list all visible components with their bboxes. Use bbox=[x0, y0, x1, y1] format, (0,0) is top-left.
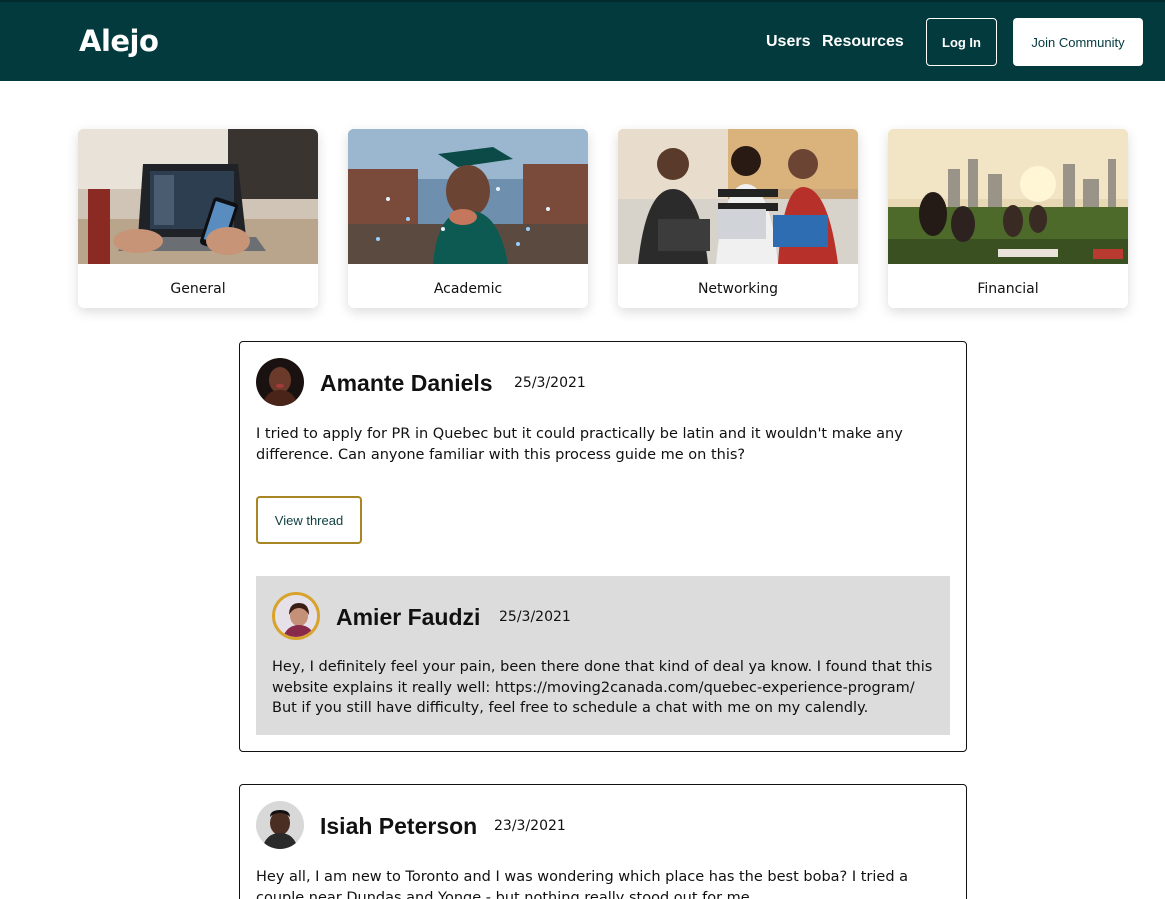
post-body: I tried to apply for PR in Quebec but it… bbox=[256, 426, 903, 463]
post-card: Amante Daniels 25/3/2021 I tried to appl… bbox=[239, 341, 967, 752]
friends-laptops-photo bbox=[618, 129, 858, 264]
avatar[interactable] bbox=[256, 801, 304, 849]
avatar[interactable] bbox=[272, 592, 320, 640]
top-navbar: Alejo Users Resources Log In Join Commun… bbox=[0, 0, 1165, 81]
laptop-phone-photo bbox=[78, 129, 318, 264]
post-date: 23/3/2021 bbox=[494, 818, 566, 834]
city-park-sunset-photo bbox=[888, 129, 1128, 264]
category-card-financial[interactable]: Financial bbox=[888, 129, 1128, 308]
view-thread-button[interactable]: View thread bbox=[256, 496, 362, 544]
category-label: Networking bbox=[697, 281, 779, 297]
post-author[interactable]: Amante Daniels bbox=[320, 370, 493, 397]
reply-date: 25/3/2021 bbox=[499, 609, 571, 625]
post-body: Hey all, I am new to Toronto and I was w… bbox=[256, 869, 909, 899]
nav-link-resources[interactable]: Resources bbox=[822, 33, 904, 51]
site-logo[interactable]: Alejo bbox=[79, 24, 159, 58]
join-community-button[interactable]: Join Community bbox=[1013, 18, 1143, 66]
category-label: Financial bbox=[977, 281, 1039, 297]
graduate-confetti-photo bbox=[348, 129, 588, 264]
post-card: Isiah Peterson 23/3/2021 Hey all, I am n… bbox=[239, 784, 967, 899]
category-label: General bbox=[170, 281, 226, 297]
avatar[interactable] bbox=[256, 358, 304, 406]
category-card-general[interactable]: General bbox=[78, 129, 318, 308]
reply-body: Hey, I definitely feel your pain, been t… bbox=[272, 659, 933, 716]
category-card-networking[interactable]: Networking bbox=[618, 129, 858, 308]
nav-link-users[interactable]: Users bbox=[766, 33, 810, 51]
post-author[interactable]: Isiah Peterson bbox=[320, 813, 477, 840]
login-button[interactable]: Log In bbox=[926, 18, 997, 66]
reply-card: Amier Faudzi 25/3/2021 Hey, I definitely… bbox=[256, 576, 950, 735]
post-date: 25/3/2021 bbox=[514, 375, 586, 391]
reply-author[interactable]: Amier Faudzi bbox=[336, 604, 480, 631]
category-label: Academic bbox=[433, 281, 503, 297]
category-card-academic[interactable]: Academic bbox=[348, 129, 588, 308]
